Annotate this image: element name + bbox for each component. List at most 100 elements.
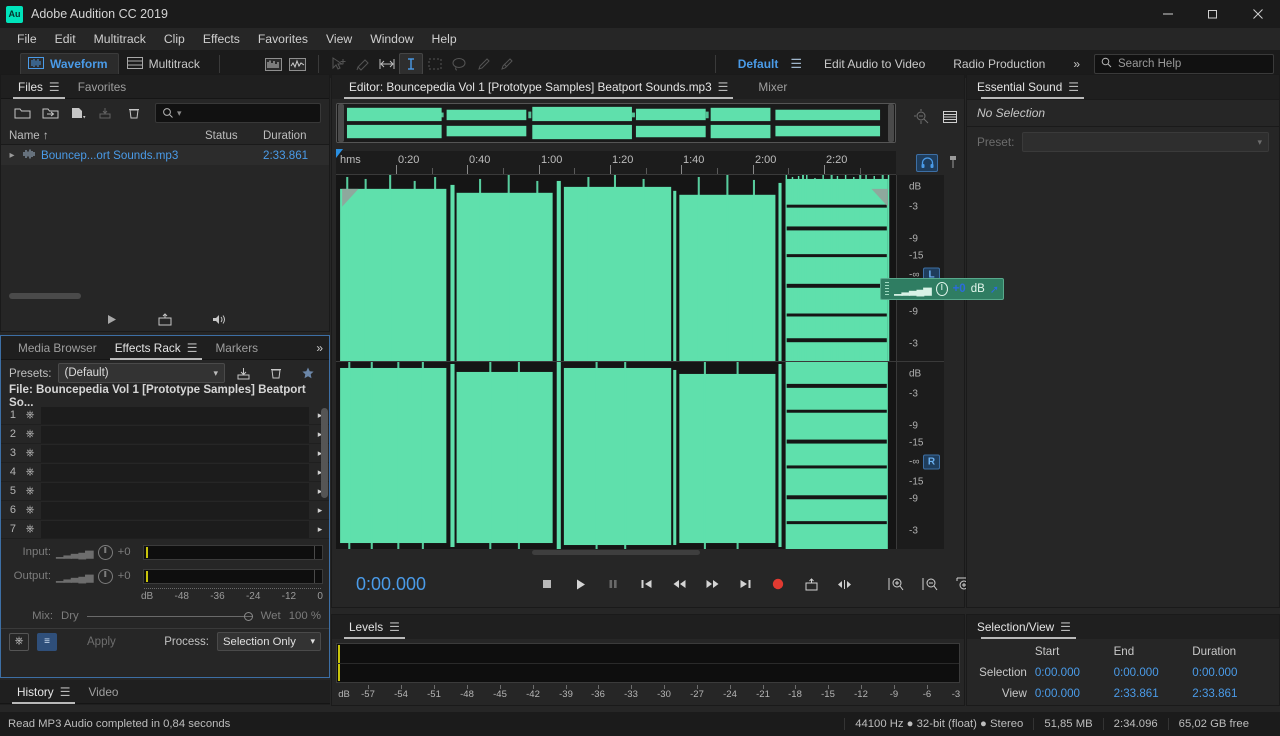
files-panel-menu-icon[interactable]: ☰ — [49, 80, 60, 94]
editor-menu-icon[interactable]: ☰ — [718, 80, 729, 94]
slot-effect-name[interactable] — [41, 520, 309, 538]
effects-scrollbar[interactable] — [321, 408, 328, 498]
tab-essential-sound[interactable]: Essential Sound ☰ — [977, 75, 1088, 99]
power-icon[interactable]: ⎈ — [21, 504, 39, 517]
current-time-display[interactable]: 0:00.000 — [356, 574, 426, 595]
zoom-in-time-icon[interactable] — [885, 573, 907, 595]
skip-selection-button[interactable] — [833, 573, 855, 595]
menu-favorites[interactable]: Favorites — [249, 30, 317, 48]
slot-chevron-right-icon[interactable]: ▸ — [311, 505, 329, 516]
move-to-end-button[interactable] — [734, 573, 756, 595]
view-duration[interactable]: 2:33.861 — [1192, 687, 1271, 700]
overview-right-handle[interactable] — [888, 104, 894, 142]
headphones-monitor-icon[interactable] — [916, 154, 938, 172]
view-start[interactable]: 0:00.000 — [1035, 687, 1114, 700]
effect-slot[interactable]: 7 ⎈ ▸ — [1, 520, 329, 539]
selection-start[interactable]: 0:00.000 — [1035, 666, 1114, 679]
minimize-icon[interactable] — [1145, 0, 1190, 28]
menu-effects[interactable]: Effects — [194, 30, 249, 48]
workspace-default[interactable]: Default — [724, 57, 783, 71]
files-horizontal-scrollbar[interactable] — [9, 293, 81, 299]
multitrack-mode-button[interactable]: Multitrack — [119, 53, 211, 76]
delete-file-icon[interactable] — [121, 102, 147, 124]
selection-end[interactable]: 0:00.000 — [1114, 666, 1193, 679]
menu-edit[interactable]: Edit — [46, 30, 85, 48]
delete-preset-icon[interactable] — [263, 362, 289, 384]
power-icon[interactable]: ⎈ — [21, 466, 39, 479]
effect-slot[interactable]: 2 ⎈ ▸ — [1, 425, 329, 444]
effects-rack-overflow-icon[interactable]: » — [316, 341, 323, 355]
gain-hud-overlay[interactable]: ▁▂▃▄▅ +0 dB ➚ — [880, 278, 1004, 300]
fast-forward-button[interactable] — [701, 573, 723, 595]
lasso-tool-icon[interactable] — [447, 53, 471, 75]
save-preset-icon[interactable] — [231, 362, 257, 384]
menu-clip[interactable]: Clip — [155, 30, 194, 48]
presets-dropdown[interactable]: (Default) ▾ — [57, 363, 225, 383]
channel-badge-right[interactable]: R — [923, 454, 940, 470]
zoom-out-time-icon[interactable] — [919, 573, 941, 595]
history-menu-icon[interactable]: ☰ — [60, 685, 71, 699]
essential-sound-preset-dropdown[interactable]: ▾ — [1022, 132, 1269, 152]
waveform-db-rail[interactable]: dB -3 -9 -15 -∞ -15 -9 -3 L dB -3 -9 -15… — [896, 175, 944, 549]
column-name[interactable]: Name ↑ — [9, 130, 205, 142]
play-button[interactable] — [569, 573, 591, 595]
essential-sound-menu-icon[interactable]: ☰ — [1068, 80, 1079, 94]
timeline-ruler[interactable]: hms 0:20 0:40 1:00 1:20 1:40 2:00 2:20 — [336, 151, 896, 175]
effects-rack-menu-icon[interactable]: ☰ — [187, 341, 198, 355]
files-search-input[interactable]: ▾ — [155, 103, 321, 123]
waveform-display[interactable] — [336, 175, 896, 549]
menu-window[interactable]: Window — [361, 30, 422, 48]
waveform-horizontal-scrollbar[interactable] — [336, 550, 896, 557]
power-icon[interactable]: ⎈ — [21, 485, 39, 498]
effect-slot[interactable]: 3 ⎈ ▸ — [1, 444, 329, 463]
power-icon[interactable]: ⎈ — [21, 447, 39, 460]
effect-slot[interactable]: 6 ⎈ ▸ — [1, 501, 329, 520]
power-icon[interactable]: ⎈ — [21, 428, 39, 441]
record-button[interactable] — [767, 573, 789, 595]
waveform-channel-left[interactable] — [336, 175, 896, 362]
tab-levels[interactable]: Levels ☰ — [340, 615, 409, 639]
tab-editor[interactable]: Editor: Bouncepedia Vol 1 [Prototype Sam… — [340, 75, 737, 99]
tab-markers[interactable]: Markers — [206, 336, 267, 360]
table-row[interactable]: ▸ Bouncep...ort Sounds.mp3 2:33.861 — [1, 145, 329, 165]
process-dropdown[interactable]: Selection Only ▾ — [217, 632, 321, 651]
expand-chevron-right-icon[interactable]: ▸ — [5, 150, 19, 161]
tab-media-browser[interactable]: Media Browser — [9, 336, 106, 360]
spectral-pitch-icon[interactable] — [286, 53, 310, 75]
column-duration[interactable]: Duration — [263, 130, 329, 142]
hud-gain-knob[interactable] — [935, 282, 948, 296]
insert-into-multitrack-icon[interactable] — [152, 308, 178, 330]
hud-drag-handle[interactable] — [885, 282, 890, 296]
apply-button[interactable]: Apply — [65, 636, 138, 648]
selection-view-menu-icon[interactable]: ☰ — [1060, 620, 1071, 634]
spectral-frequency-icon[interactable] — [262, 53, 286, 75]
time-selection-icon[interactable] — [375, 53, 399, 75]
column-status[interactable]: Status — [205, 130, 263, 142]
effect-slot[interactable]: 4 ⎈ ▸ — [1, 463, 329, 482]
search-help-input[interactable]: Search Help — [1094, 54, 1274, 74]
tab-mixer[interactable]: Mixer — [749, 75, 796, 99]
selection-duration[interactable]: 0:00.000 — [1192, 666, 1271, 679]
marker-pin-icon[interactable] — [948, 155, 958, 172]
loop-playback-button[interactable] — [800, 573, 822, 595]
slip-tool-icon[interactable] — [351, 53, 375, 75]
play-preview-icon[interactable] — [98, 308, 124, 330]
move-to-start-button[interactable] — [635, 573, 657, 595]
slot-effect-name[interactable] — [41, 406, 309, 424]
maximize-icon[interactable] — [1190, 0, 1235, 28]
view-end[interactable]: 2:33.861 — [1114, 687, 1193, 700]
slot-chevron-right-icon[interactable]: ▸ — [311, 524, 329, 535]
playhead-marker[interactable] — [336, 149, 343, 158]
tab-history[interactable]: History ☰ — [8, 680, 79, 704]
menu-multitrack[interactable]: Multitrack — [85, 30, 155, 48]
favorite-star-icon[interactable] — [295, 362, 321, 384]
slot-effect-name[interactable] — [41, 463, 309, 481]
rack-power-icon[interactable]: ⎈ — [9, 632, 29, 651]
tab-selection-view[interactable]: Selection/View ☰ — [977, 615, 1080, 639]
menu-view[interactable]: View — [317, 30, 361, 48]
tab-video[interactable]: Video — [79, 680, 127, 704]
waveform-channel-right[interactable] — [336, 362, 896, 549]
tab-favorites[interactable]: Favorites — [69, 75, 136, 99]
slot-effect-name[interactable] — [41, 444, 309, 462]
move-tool-icon[interactable] — [327, 53, 351, 75]
